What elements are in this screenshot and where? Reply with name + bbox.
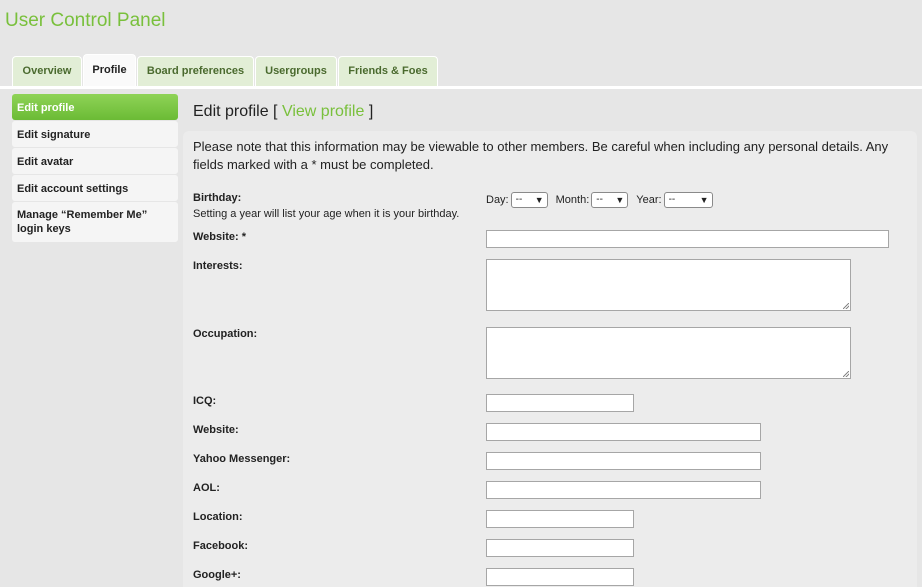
day-select-value: -- <box>515 194 523 205</box>
tab-overview[interactable]: Overview <box>12 56 82 86</box>
day-select[interactable]: -- ▼ <box>510 192 548 208</box>
icq-label: ICQ: <box>193 395 217 407</box>
birthday-explain: Setting a year will list your age when i… <box>193 208 460 220</box>
month-select-value: -- <box>596 194 603 205</box>
month-label: Month: <box>555 194 590 206</box>
chevron-down-icon: ▼ <box>534 195 544 205</box>
page-title: User Control Panel <box>5 10 166 31</box>
view-profile-link[interactable]: View profile <box>282 103 364 120</box>
ucp-page: User Control Panel Overview Profile Boar… <box>0 0 922 587</box>
interests-textarea[interactable] <box>486 259 851 311</box>
privacy-notice: Please note that this information may be… <box>193 139 889 172</box>
sidebar-item-edit-account-settings[interactable]: Edit account settings <box>12 175 178 201</box>
occupation-textarea[interactable] <box>486 327 851 379</box>
tab-board-preferences[interactable]: Board preferences <box>137 56 254 86</box>
tab-usergroups[interactable]: Usergroups <box>255 56 337 86</box>
day-label: Day: <box>486 194 509 206</box>
facebook-input[interactable] <box>486 539 634 557</box>
heading-open-bracket: [ <box>273 103 278 120</box>
website-label: Website: <box>193 424 239 436</box>
interests-label: Interests: <box>193 260 243 272</box>
sidebar-item-remember-me-keys[interactable]: Manage “Remember Me” login keys <box>12 202 178 242</box>
website-input[interactable] <box>486 423 761 441</box>
aol-input[interactable] <box>486 481 761 499</box>
year-select[interactable]: -- ▼ <box>663 192 713 208</box>
month-select[interactable]: -- ▼ <box>591 192 629 208</box>
sidebar-item-edit-signature[interactable]: Edit signature <box>12 121 178 147</box>
tab-profile[interactable]: Profile <box>83 54 136 86</box>
location-input[interactable] <box>486 510 634 528</box>
tab-bar: Overview Profile Board preferences Userg… <box>0 54 922 89</box>
yahoo-input[interactable] <box>486 452 761 470</box>
year-label: Year: <box>636 194 662 206</box>
icq-input[interactable] <box>486 394 634 412</box>
facebook-label: Facebook: <box>193 540 249 552</box>
heading-title: Edit profile <box>193 103 269 120</box>
website-required-label: Website: * <box>193 231 246 243</box>
birthday-selects: Day: -- ▼ Month: -- ▼ Year: -- ▼ <box>486 192 721 208</box>
sidebar-item-edit-profile[interactable]: Edit profile <box>12 94 178 120</box>
googleplus-input[interactable] <box>486 568 634 586</box>
aol-label: AOL: <box>193 482 220 494</box>
chevron-down-icon: ▼ <box>615 195 625 205</box>
website-required-input[interactable] <box>486 230 889 248</box>
yahoo-label: Yahoo Messenger: <box>193 453 291 465</box>
heading-close-bracket: ] <box>368 103 374 120</box>
location-label: Location: <box>193 511 243 523</box>
content-heading: Edit profile [ View profile ] <box>193 103 373 121</box>
chevron-down-icon: ▼ <box>699 195 709 205</box>
year-select-value: -- <box>668 194 676 205</box>
sidebar-item-edit-avatar[interactable]: Edit avatar <box>12 148 178 174</box>
sidebar-menu: Edit profile Edit signature Edit avatar … <box>12 94 178 243</box>
birthday-label: Birthday: <box>193 192 242 204</box>
googleplus-label: Google+: <box>193 569 241 581</box>
occupation-label: Occupation: <box>193 328 258 340</box>
tab-friends-foes[interactable]: Friends & Foes <box>338 56 438 86</box>
